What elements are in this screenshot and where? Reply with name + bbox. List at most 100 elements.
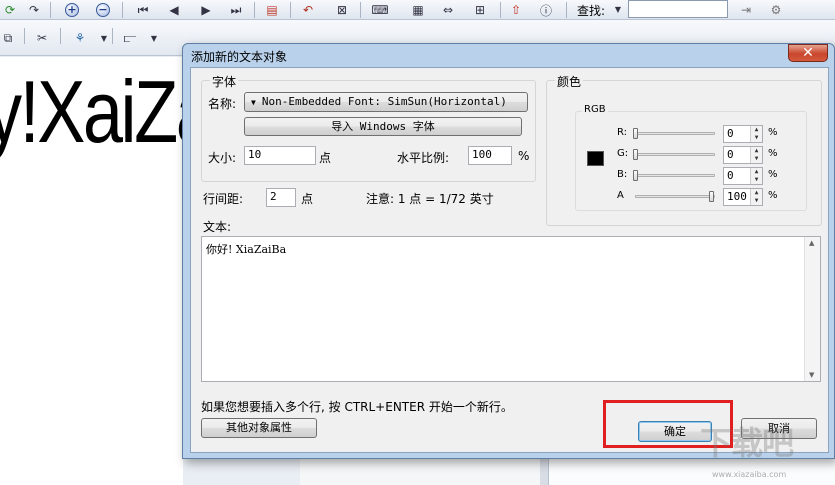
color-group: 颜色 RGB R: 0 ▲ ▼% G: 0 ▲ ▼% B: 0 ▲ ▼% A 100 ▲ ▼% (546, 73, 822, 226)
toolbar-separator (50, 2, 51, 18)
import-windows-font-button[interactable]: 导入 Windows 字体 (244, 117, 522, 136)
channel-value: 100 (727, 190, 747, 203)
font-group-title: 字体 (210, 73, 239, 90)
text-scrollbar[interactable]: ▲ ▼ (804, 237, 820, 381)
font-name-label: 名称: (208, 97, 237, 111)
grid-icon[interactable]: ⊞ (472, 2, 488, 18)
close-button[interactable]: ✕ (788, 44, 828, 62)
font-group: 字体 名称: ▼ Non-Embedded Font: SimSun(Horizo… (201, 73, 536, 182)
channel-label: R: (617, 127, 628, 138)
slider-thumb[interactable] (633, 149, 638, 160)
zoom-in-icon[interactable]: + (64, 2, 80, 18)
channel-unit: % (768, 169, 778, 180)
channel-slider[interactable] (635, 174, 715, 177)
channel-value-input[interactable]: 100 ▲ ▼ (723, 188, 763, 206)
toolbar-separator (566, 2, 567, 18)
find-next-icon[interactable]: ⇥ (738, 2, 754, 18)
channel-unit: % (768, 127, 778, 138)
text-input[interactable]: 你好! XiaZaiBa ▲ ▼ (201, 236, 821, 382)
line-spacing-unit: 点 (301, 192, 314, 206)
shapes-icon[interactable]: ⚘ (72, 30, 88, 46)
font-size-unit: 点 (319, 151, 332, 165)
add-text-object-dialog: 添加新的文本对象 ✕ 字体 名称: ▼ Non-Embedded Font: Si… (182, 43, 835, 459)
scroll-up-icon[interactable]: ▲ (809, 239, 814, 247)
bottom-area (300, 458, 540, 485)
next-page-icon[interactable]: ▶ (198, 2, 214, 18)
find-input[interactable] (628, 0, 728, 18)
refresh-icon[interactable]: ⟳ (2, 2, 18, 18)
find-dropdown-icon[interactable]: ▼ (610, 1, 626, 17)
horizontal-scale-unit: % (518, 149, 530, 163)
redo-icon[interactable]: ↷ (26, 2, 42, 18)
channel-label: G: (617, 148, 629, 159)
line-spacing-label: 行间距: (203, 192, 244, 206)
channel-unit: % (768, 190, 778, 201)
undo-document-icon[interactable]: ↶ (300, 2, 316, 18)
color-group-title: 颜色 (555, 73, 584, 90)
channel-slider[interactable] (635, 195, 715, 198)
multiline-hint: 如果您想要插入多个行, 按 CTRL+ENTER 开始一个新行。 (201, 400, 513, 414)
help-icon[interactable]: ⓘ (538, 2, 554, 18)
color-swatch (587, 151, 604, 166)
dialog-title: 添加新的文本对象 (191, 50, 288, 64)
channel-slider[interactable] (635, 153, 715, 156)
spinner-arrows-icon[interactable]: ▲ ▼ (750, 147, 762, 163)
channel-label: B: (617, 169, 628, 180)
previous-page-icon[interactable]: ◀ (166, 2, 182, 18)
find-label: 查找: (577, 4, 606, 18)
spinner-arrows-icon[interactable]: ▲ ▼ (750, 189, 762, 205)
watermark-logo: 下载吧 (700, 424, 794, 462)
export-icon[interactable]: ⇧ (508, 2, 524, 18)
scroll-down-icon[interactable]: ▼ (809, 371, 814, 379)
line-spacing-input[interactable]: 2 (266, 188, 296, 207)
delete-object-icon[interactable]: ⊠ (334, 2, 350, 18)
align-icon[interactable]: ⫍ (122, 30, 138, 46)
toolbar-separator (112, 28, 113, 44)
font-select[interactable]: ▼ Non-Embedded Font: SimSun(Horizontal) (244, 92, 528, 112)
shapes-dropdown-icon[interactable]: ▼ (96, 30, 112, 46)
channel-value-input[interactable]: 0 ▲ ▼ (723, 125, 763, 143)
channel-value: 0 (727, 127, 734, 140)
align-dropdown-icon[interactable]: ▼ (146, 30, 162, 46)
toolbar-separator (254, 2, 255, 18)
font-select-value: Non-Embedded Font: SimSun(Horizontal) (261, 95, 507, 108)
dialog-body: 字体 名称: ▼ Non-Embedded Font: SimSun(Horizo… (190, 67, 829, 453)
dropdown-icon: ▼ (251, 98, 256, 107)
channel-value-input[interactable]: 0 ▲ ▼ (723, 146, 763, 164)
main-toolbar: ⟳ ↷ + − ⏮ ◀ ▶ ⏭ ▤ ↶ ⊠ ⌨ ▦ ⇔ ⊞ ⇧ ⓘ 查找: ▼ … (0, 0, 835, 20)
slider-thumb[interactable] (633, 170, 638, 181)
text-input-value: 你好! XiaZaiBa (206, 243, 287, 256)
spinner-arrows-icon[interactable]: ▲ ▼ (750, 168, 762, 184)
font-size-label: 大小: (208, 151, 237, 165)
first-page-icon[interactable]: ⏮ (135, 2, 151, 18)
document-icon[interactable]: ▤ (264, 2, 280, 18)
canvas-preview-text: y!XaiZa (0, 62, 183, 161)
keyboard-icon[interactable]: ⌨ (371, 2, 388, 18)
rgb-group-title: RGB (582, 104, 608, 115)
align-text-icon[interactable]: ▦ (410, 2, 426, 18)
slider-thumb[interactable] (709, 191, 714, 202)
document-canvas[interactable]: y!XaiZa (0, 57, 183, 485)
last-page-icon[interactable]: ⏭ (228, 2, 244, 18)
toolbar-separator (122, 2, 123, 18)
crop-icon[interactable]: ⧉ (0, 30, 16, 46)
distribute-icon[interactable]: ⇔ (440, 2, 456, 18)
channel-value-input[interactable]: 0 ▲ ▼ (723, 167, 763, 185)
channel-unit: % (768, 148, 778, 159)
font-size-input[interactable]: 10 (244, 146, 316, 165)
slider-thumb[interactable] (633, 128, 638, 139)
toolbar-separator (360, 2, 361, 18)
text-label: 文本: (203, 220, 232, 234)
channel-slider[interactable] (635, 132, 715, 135)
toolbar-separator (24, 28, 25, 44)
channel-value: 0 (727, 169, 734, 182)
zoom-out-icon[interactable]: − (95, 2, 111, 18)
toolbar-separator (290, 2, 291, 18)
cut-icon[interactable]: ✂ (34, 30, 50, 46)
other-properties-button[interactable]: 其他对象属性 (201, 418, 317, 438)
find-options-icon[interactable]: ⚙ (768, 2, 784, 18)
spinner-arrows-icon[interactable]: ▲ ▼ (750, 126, 762, 142)
horizontal-scale-input[interactable]: 100 (468, 146, 512, 165)
watermark-url: www.xiazaiba.com (712, 470, 787, 479)
toolbar-separator (60, 28, 61, 44)
